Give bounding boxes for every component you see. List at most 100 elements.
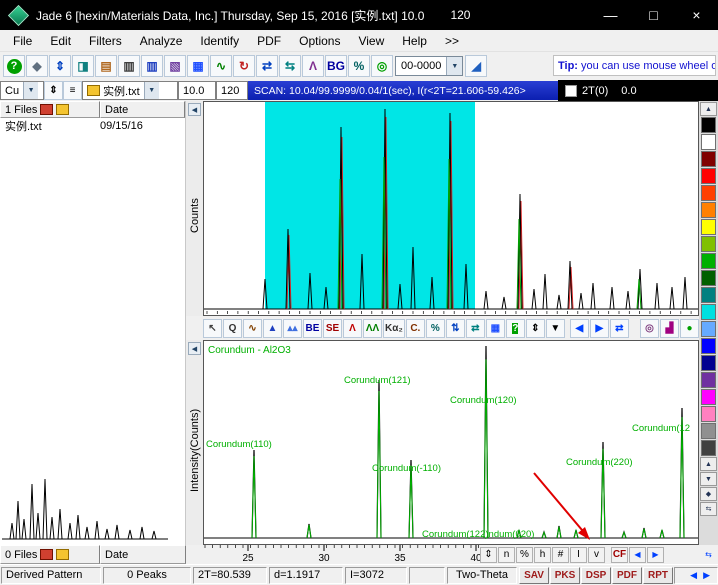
palette-top-button[interactable]: ▲ (700, 102, 717, 116)
print-preview-icon[interactable]: ▥ (141, 55, 163, 77)
help-icon[interactable]: ? (505, 318, 525, 338)
palette-down-button[interactable]: ▼ (700, 472, 717, 486)
delete-folder-icon[interactable] (40, 549, 54, 560)
palette-color-5[interactable] (701, 202, 716, 218)
kalpha2-icon[interactable]: Kα₂ (383, 318, 405, 338)
sn-icon[interactable]: % (348, 55, 370, 77)
palette-color-17[interactable] (701, 406, 716, 422)
profile-fit-icon[interactable]: ∿ (243, 318, 262, 338)
print-icon[interactable]: ▥ (118, 55, 140, 77)
date-column-header[interactable]: Date (100, 101, 185, 118)
pattern-thumbnail[interactable] (2, 465, 168, 543)
format-v-button[interactable]: v (588, 546, 605, 563)
exchange-icon[interactable]: ⇆ (279, 55, 301, 77)
close-button[interactable]: × (675, 0, 718, 30)
palette-color-19[interactable] (701, 440, 716, 456)
nav-left-icon[interactable]: ◀ (687, 570, 700, 581)
palette-color-11[interactable] (701, 304, 716, 320)
folder-icon[interactable] (56, 104, 70, 115)
preferences-icon[interactable]: ◆ (26, 55, 48, 77)
range-end-field[interactable]: 120 (216, 81, 248, 100)
offset-icon[interactable]: ⇄ (465, 318, 485, 338)
palette-color-16[interactable] (701, 389, 716, 405)
menu-pdf[interactable]: PDF (248, 32, 290, 50)
chart-icon[interactable]: ▟ (660, 318, 679, 338)
format-x-button[interactable]: # (552, 546, 569, 563)
nav-right-icon[interactable]: ▶ (700, 570, 713, 581)
web-icon[interactable]: ◎ (371, 55, 393, 77)
menu-more[interactable]: >> (436, 32, 468, 50)
phase-id-chart[interactable]: Corundum(110) Corundum(121) Corundum(-110)… (203, 340, 699, 545)
collapse-pane-icon[interactable]: ◀ (188, 103, 201, 116)
palette-diamond-button[interactable]: ◆ (700, 487, 717, 501)
format-x-button[interactable]: % (516, 546, 533, 563)
pdf-files-column-header[interactable]: 0 Files (0, 545, 100, 564)
status-rpt-button[interactable]: RPT (643, 566, 673, 584)
palette-color-13[interactable] (701, 338, 716, 354)
refresh-icon[interactable]: ↻ (233, 55, 255, 77)
corner-nav-button[interactable]: ⇆ (699, 545, 718, 564)
anode-combo[interactable]: Cu ▼ (0, 81, 44, 100)
palette-color-12[interactable] (701, 321, 716, 337)
menu-file[interactable]: File (4, 32, 41, 50)
palette-color-8[interactable] (701, 253, 716, 269)
status-pdf-button[interactable]: PDF (612, 566, 642, 584)
palette-color-1[interactable] (701, 134, 716, 150)
menu-view[interactable]: View (349, 32, 393, 50)
display-icon[interactable]: ▧ (164, 55, 186, 77)
status-sav-button[interactable]: SAV (519, 566, 549, 584)
stack-icon[interactable]: ⇅ (445, 318, 465, 338)
palette-color-4[interactable] (701, 185, 716, 201)
palette-color-10[interactable] (701, 287, 716, 303)
eye-icon[interactable]: ◎ (640, 318, 659, 338)
folder-icon[interactable] (56, 549, 70, 560)
two-theta-zero-value[interactable]: 0.0 (621, 85, 636, 97)
kalpha-icon[interactable]: Λ (302, 55, 324, 77)
overlay-icon[interactable]: ⇄ (256, 55, 278, 77)
menu-filters[interactable]: Filters (80, 32, 131, 50)
range-start-field[interactable]: 10.0 (178, 81, 216, 100)
status-pks-button[interactable]: PKS (550, 566, 580, 584)
pdf-number-combo[interactable]: 00-0000 ▼ (395, 56, 464, 76)
menu-edit[interactable]: Edit (41, 32, 80, 50)
globe-icon[interactable]: ● (680, 318, 699, 338)
peak-range-icon[interactable]: ▴▴ (283, 318, 302, 338)
axis-spinner[interactable]: ⇕ (480, 546, 497, 563)
file-list-button[interactable]: ≡ (63, 81, 82, 100)
palette-color-7[interactable] (701, 236, 716, 252)
palette-swap-button[interactable]: ⇆ (700, 502, 717, 516)
pointer-icon[interactable]: ↖ (203, 318, 222, 338)
be-icon[interactable]: BE (303, 318, 322, 338)
peak-red-icon[interactable]: Λ (343, 318, 362, 338)
menu-analyze[interactable]: Analyze (131, 32, 192, 50)
palette-color-14[interactable] (701, 355, 716, 371)
pattern-icon[interactable]: ∿ (210, 55, 232, 77)
menu-help[interactable]: Help (393, 32, 436, 50)
sort-icon[interactable]: ⇕ (49, 55, 71, 77)
percent-icon[interactable]: % (425, 318, 445, 338)
format-n-button[interactable]: n (498, 546, 515, 563)
menu-options[interactable]: Options (290, 32, 349, 50)
file-row[interactable]: 实例.txt 09/15/16 (0, 118, 185, 134)
anode-spinner[interactable]: ⇕ (44, 81, 63, 100)
eraser-button[interactable]: ◢ (465, 55, 488, 77)
palette-color-2[interactable] (701, 151, 716, 167)
x-axis[interactable]: 25 30 35 40 (203, 545, 480, 564)
pdf-card-icon[interactable]: ◨ (72, 55, 94, 77)
grid-icon[interactable]: ▦ (485, 318, 505, 338)
bg-icon[interactable]: BG (325, 55, 347, 77)
peaks-green-icon[interactable]: ΛΛ (363, 318, 382, 338)
palette-color-9[interactable] (701, 270, 716, 286)
collapse-pane-icon[interactable]: ◀ (188, 342, 201, 355)
axis-right-button[interactable]: ▶ (647, 546, 664, 563)
se-icon[interactable]: SE (323, 318, 342, 338)
nav-right-icon[interactable]: ▶ (589, 318, 609, 338)
palette-color-15[interactable] (701, 372, 716, 388)
calibrate-icon[interactable]: C. (405, 318, 425, 338)
format-i-button[interactable]: I (570, 546, 587, 563)
status-dsp-button[interactable]: DSP (581, 566, 611, 584)
histogram-icon[interactable]: ▦ (187, 55, 209, 77)
menu-identify[interactable]: Identify (191, 32, 248, 50)
nav-left-icon[interactable]: ◀ (569, 318, 589, 338)
help-icon[interactable]: ? (3, 55, 25, 77)
